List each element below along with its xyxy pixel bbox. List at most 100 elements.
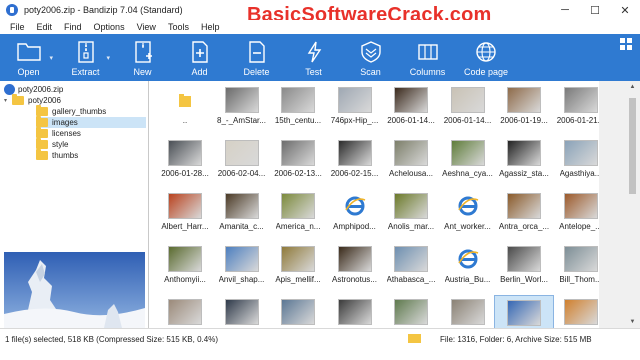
extract-dropdown-icon[interactable]: ▾ — [106, 54, 110, 62]
tree-folder-poty2006[interactable]: ▾ poty2006 — [4, 94, 61, 106]
tree-item-label: images — [52, 118, 78, 127]
file-tile[interactable]: British_Mus... — [438, 295, 498, 328]
file-tile[interactable]: Austria_Bu... — [438, 242, 498, 298]
file-name-label: 2006-02-13... — [274, 169, 322, 178]
file-tile[interactable]: 2006-02-04... — [212, 136, 272, 192]
menu-find[interactable]: Find — [58, 22, 88, 32]
parent-folder-tile[interactable]: .. — [155, 83, 215, 139]
columns-button[interactable]: Columns — [399, 34, 456, 81]
tree-item-label: style — [52, 140, 69, 149]
open-button[interactable]: ▾ Open — [0, 34, 57, 81]
file-tile[interactable]: 2006-02-13... — [268, 136, 328, 192]
maximize-button[interactable]: ☐ — [580, 0, 610, 20]
menu-help[interactable]: Help — [195, 22, 226, 32]
minimize-button[interactable]: ─ — [550, 0, 580, 20]
folder-icon — [408, 334, 421, 343]
image-thumbnail — [450, 299, 485, 325]
file-tile[interactable]: 2006-01-14... — [438, 83, 498, 139]
menu-file[interactable]: File — [4, 22, 31, 32]
file-tile[interactable]: Apis_mellif... — [268, 242, 328, 298]
add-label: Add — [191, 67, 208, 77]
image-thumbnail — [281, 140, 315, 166]
scrollbar-thumb[interactable] — [629, 98, 636, 194]
tree-item-licenses[interactable]: licenses — [36, 127, 146, 139]
folder-icon — [36, 127, 48, 138]
add-button[interactable]: Add — [171, 34, 228, 81]
file-tile[interactable]: Astronotus... — [325, 242, 385, 298]
close-button[interactable]: ✕ — [610, 0, 640, 20]
file-tile[interactable]: 2006-01-14... — [381, 83, 441, 139]
file-tile[interactable]: 746px-Hip_... — [325, 83, 385, 139]
code-page-button[interactable]: Code page — [456, 34, 516, 81]
file-tile[interactable]: Boelge_sto... — [268, 295, 328, 328]
file-tile[interactable]: 2006-01-19... — [494, 83, 554, 139]
file-name-label: Aeshna_cya... — [442, 169, 493, 178]
image-thumbnail — [563, 299, 598, 325]
file-tile[interactable]: 2006-02-15... — [325, 136, 385, 192]
file-tile[interactable]: Black-head... — [212, 295, 272, 328]
file-tile[interactable]: Athabasca_... — [381, 242, 441, 298]
file-tile[interactable]: 2006-01-21... — [551, 83, 599, 139]
file-tile[interactable]: Agassiz_sta... — [494, 136, 554, 192]
file-tile[interactable]: Amphipod... — [325, 189, 385, 245]
menu-options[interactable]: Options — [88, 22, 131, 32]
file-tile[interactable]: Berlin_Worl... — [494, 242, 554, 298]
file-tile[interactable]: Aeshna_cya... — [438, 136, 498, 192]
file-tile[interactable]: Agasthiya... — [551, 136, 599, 192]
file-tile[interactable]: Antra_orca_... — [494, 189, 554, 245]
file-name-label: Amphipod... — [333, 222, 376, 231]
status-bar: 1 file(s) selected, 518 KB (Compressed S… — [0, 328, 640, 360]
menu-view[interactable]: View — [131, 22, 162, 32]
image-thumbnail — [450, 140, 485, 166]
file-tile[interactable]: Anvil_shap... — [212, 242, 272, 298]
file-name-label: Astronotus... — [332, 275, 377, 284]
new-button[interactable]: New — [114, 34, 171, 81]
file-name-label: 746px-Hip_... — [330, 116, 379, 125]
image-thumbnail — [507, 246, 541, 272]
file-tile[interactable]: Ant_worker... — [438, 189, 498, 245]
tree-item-thumbs[interactable]: thumbs — [36, 149, 146, 161]
file-tile[interactable]: Bismuth_cr... — [155, 295, 215, 328]
menu-edit[interactable]: Edit — [31, 22, 59, 32]
open-dropdown-icon[interactable]: ▾ — [49, 54, 53, 62]
image-thumbnail — [224, 299, 259, 325]
window-controls: ─ ☐ ✕ — [550, 0, 640, 20]
extract-button[interactable]: ▾ Extract — [57, 34, 114, 81]
tree-item-images[interactable]: images — [36, 116, 146, 128]
file-name-label: .. — [182, 116, 188, 125]
file-tile[interactable]: Brazilian_N... — [325, 295, 385, 328]
tree-item-gallery-thumbs[interactable]: gallery_thumbs — [36, 105, 146, 117]
file-tile[interactable]: Brooklyn_B... — [551, 295, 600, 328]
image-thumbnail — [168, 246, 202, 272]
file-name-label: 8_-_AmStar... — [217, 116, 266, 125]
file-tile[interactable]: Amanita_c... — [212, 189, 272, 245]
collapse-chevron-icon[interactable]: ▾ — [4, 97, 12, 104]
file-tile[interactable]: 15th_centu... — [268, 83, 328, 139]
view-grid-icon[interactable] — [620, 38, 632, 50]
new-archive-icon — [134, 41, 152, 63]
file-tile[interactable]: Bill_Thom... — [551, 242, 599, 298]
file-tile[interactable]: America_n... — [268, 189, 328, 245]
menu-tools[interactable]: Tools — [162, 22, 195, 32]
file-tile[interactable]: Bridge_Alc... — [381, 295, 441, 328]
file-tile-selected[interactable]: BrockenSnowedTreesInSun.jpg — [494, 295, 554, 328]
scroll-up-arrow-icon[interactable]: ▲ — [627, 82, 638, 92]
file-tile[interactable]: Anthomyii... — [155, 242, 215, 298]
image-thumbnail — [507, 300, 541, 326]
file-name-label: Ant_worker... — [444, 222, 491, 231]
tree-item-style[interactable]: style — [36, 138, 146, 150]
scroll-down-arrow-icon[interactable]: ▼ — [627, 317, 638, 327]
file-name-label: 2006-01-14... — [443, 116, 492, 125]
columns-label: Columns — [409, 67, 446, 77]
file-tile[interactable]: Antelope_... — [551, 189, 599, 245]
code-page-globe-icon — [476, 42, 496, 62]
test-button[interactable]: Test — [285, 34, 342, 81]
scan-button[interactable]: Scan — [342, 34, 399, 81]
file-tile[interactable]: 8_-_AmStar... — [212, 83, 272, 139]
file-tile[interactable]: 2006-01-28... — [155, 136, 215, 192]
file-tile[interactable]: Anolis_mar... — [381, 189, 441, 245]
file-tile[interactable]: Achelousa... — [381, 136, 441, 192]
delete-button[interactable]: Delete — [228, 34, 285, 81]
file-tile[interactable]: Albert_Harr... — [155, 189, 215, 245]
add-file-icon — [191, 41, 208, 63]
